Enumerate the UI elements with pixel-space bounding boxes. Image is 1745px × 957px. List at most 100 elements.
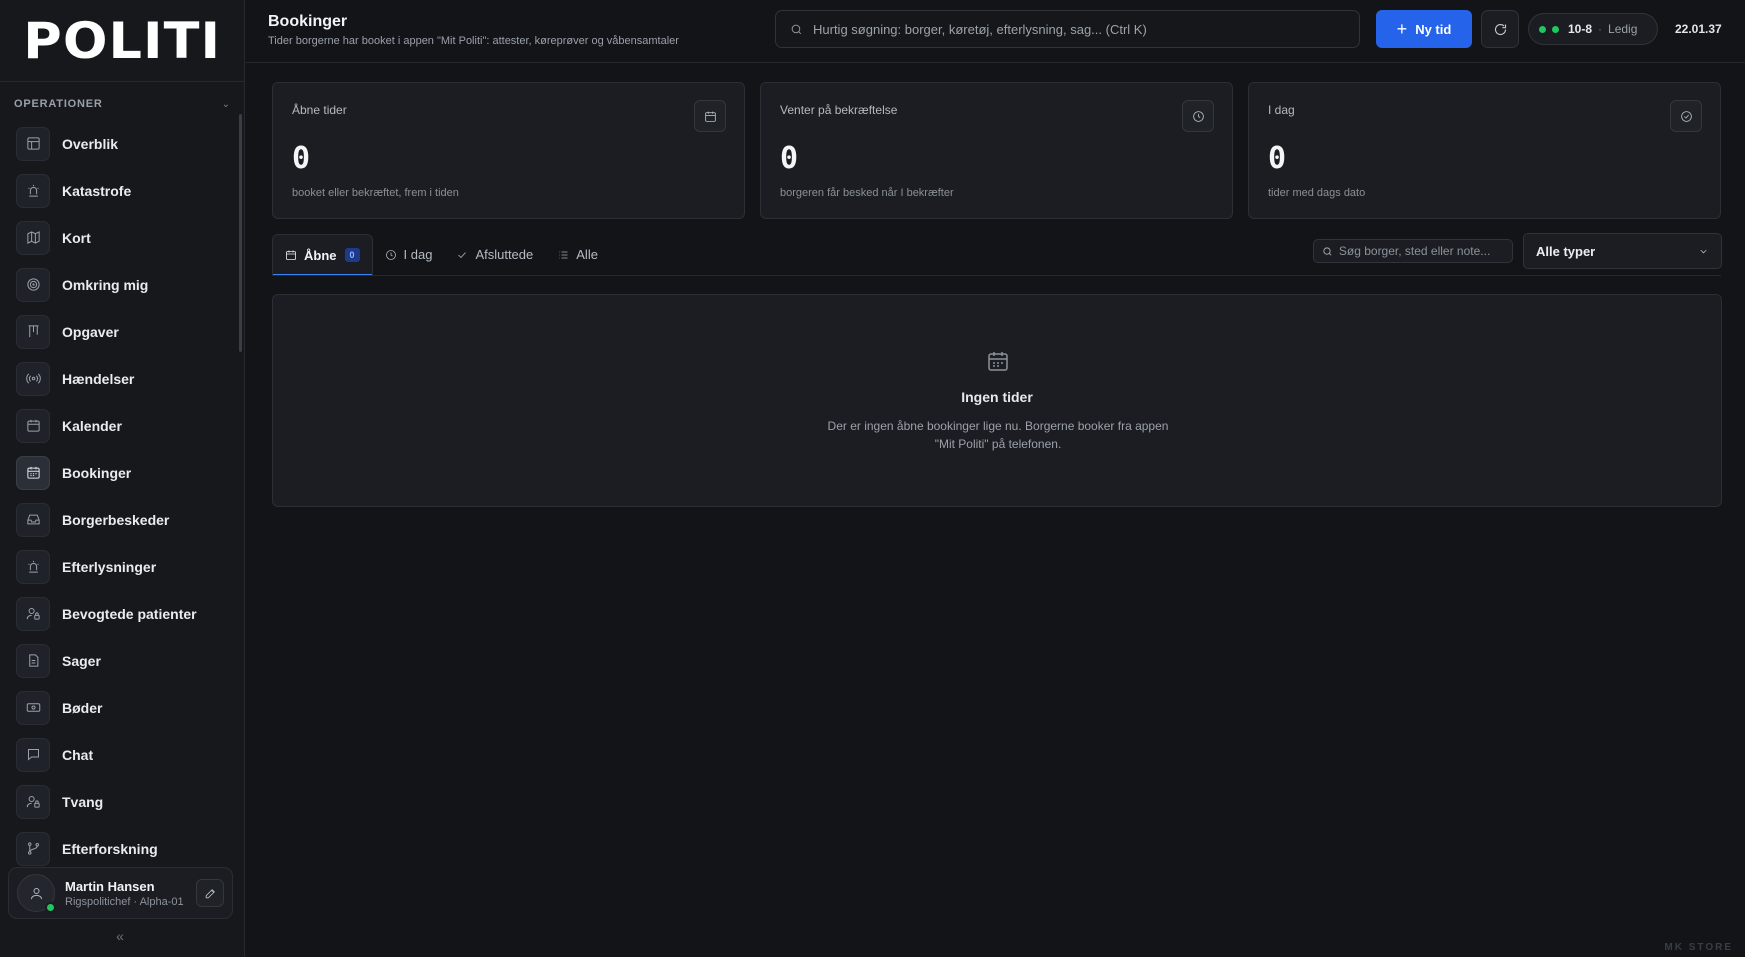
search-icon: [791, 24, 802, 34]
page-subtitle: Tider borgerne har booket i appen "Mit P…: [268, 35, 679, 47]
list-icon: [559, 251, 568, 258]
sidebar-item-label: Efterforskning: [62, 840, 158, 857]
user-card: Martin Hansen Rigspolitichef · Alpha-01: [8, 867, 233, 919]
tab-aabne[interactable]: Åbne 0: [272, 234, 373, 276]
user-lock-icon: [16, 784, 50, 819]
stat-value: 0: [292, 141, 311, 176]
brand-logo[interactable]: POLITI: [0, 0, 244, 82]
sidebar-item-label: Sager: [62, 652, 101, 669]
new-booking-label: Ny tid: [1415, 21, 1452, 37]
unit-status-pill[interactable]: 10-8 · Ledig: [1528, 13, 1658, 45]
tab-i-dag[interactable]: I dag: [373, 234, 445, 275]
sidebar-item-katastrofe[interactable]: Katastrofe: [0, 167, 240, 214]
sidebar-item-boeder[interactable]: Bøder: [0, 684, 240, 731]
sidebar-item-chat[interactable]: Chat: [0, 731, 240, 778]
stat-note: tider med dags dato: [1268, 187, 1366, 199]
sidebar-scrollbar[interactable]: [239, 114, 242, 352]
sidebar-item-label: Katastrofe: [62, 182, 132, 199]
user-name: Martin Hansen: [65, 878, 155, 894]
status-dot-1: [1539, 25, 1546, 33]
siren-icon: [16, 173, 50, 208]
tab-count-badge: 0: [344, 248, 360, 262]
topbar: Bookinger Tider borgerne har booket i ap…: [246, 0, 1745, 63]
sidebar-item-label: Chat: [62, 746, 94, 763]
clock-icon: [1182, 100, 1214, 132]
collapse-sidebar-button[interactable]: «: [0, 928, 240, 944]
sidebar-item-label: Opgaver: [62, 323, 119, 340]
calendar-icon: [16, 408, 50, 443]
stat-value: 0: [1268, 141, 1287, 176]
chevron-down-icon: ⌄: [221, 98, 230, 110]
avatar[interactable]: [17, 874, 56, 913]
sidebar-item-kalender[interactable]: Kalender: [0, 402, 240, 449]
status-separator: ·: [1598, 22, 1603, 36]
user-info: Martin Hansen Rigspolitichef · Alpha-01: [65, 879, 196, 908]
sidebar-item-borgerbeskeder[interactable]: Borgerbeskeder: [0, 496, 240, 543]
stat-title: Åbne tider: [292, 103, 347, 117]
sidebar-item-omkring-mig[interactable]: Omkring mig: [0, 261, 240, 308]
stat-note: borgeren får besked når I bekræfter: [780, 187, 954, 199]
clock-icon: [385, 249, 396, 260]
kanban-icon: [16, 314, 50, 349]
tab-label: I dag: [403, 247, 433, 262]
sidebar-item-bevogtede-patienter[interactable]: Bevogtede patienter: [0, 590, 240, 637]
user-role: Rigspolitichef · Alpha-01: [65, 895, 184, 908]
section-header-operationer[interactable]: OPERATIONER ⌄: [0, 86, 244, 122]
radar-icon: [16, 267, 50, 302]
tab-label: Åbne: [304, 247, 337, 263]
new-booking-button[interactable]: + Ny tid: [1376, 10, 1472, 48]
file-icon: [16, 643, 50, 678]
empty-state-title: Ingen tider: [961, 389, 1033, 405]
sidebar-item-bookinger[interactable]: Bookinger: [0, 449, 240, 496]
user-icon: [30, 887, 42, 899]
calendar-icon: [694, 100, 726, 132]
sidebar-item-label: Tvang: [62, 793, 104, 810]
stat-card-i-dag: I dag 0 tider med dags dato: [1248, 82, 1721, 219]
refresh-icon: [1494, 23, 1506, 35]
empty-state-text: Der er ingen åbne bookinger lige nu. Bor…: [827, 419, 1169, 451]
branch-icon: [16, 831, 50, 866]
check-circle-icon: [1670, 100, 1702, 132]
siren-icon: [16, 549, 50, 584]
global-search: [775, 10, 1360, 48]
sidebar-item-efterforskning[interactable]: Efterforskning: [0, 825, 240, 872]
user-lock-icon: [16, 596, 50, 631]
section-label: OPERATIONER: [14, 98, 103, 110]
broadcast-icon: [16, 361, 50, 396]
stat-title: Venter på bekræftelse: [780, 103, 898, 117]
calendar-days-icon: [16, 455, 50, 490]
tab-alle[interactable]: Alle: [545, 234, 610, 275]
chevron-down-icon: [1700, 249, 1707, 253]
empty-state-panel: Ingen tider Der er ingen åbne bookinger …: [272, 294, 1722, 507]
sidebar-item-label: Overblik: [62, 135, 119, 152]
global-search-input[interactable]: [813, 21, 1353, 37]
type-filter-select[interactable]: Alle typer: [1523, 233, 1722, 269]
sidebar-item-kort[interactable]: Kort: [0, 214, 240, 261]
banknote-icon: [16, 690, 50, 725]
status-dot-2: [1552, 25, 1559, 33]
stat-title: I dag: [1268, 103, 1295, 117]
stat-card-aabne-tider: Åbne tider 0 booket eller bekræftet, frem …: [272, 82, 745, 219]
refresh-button[interactable]: [1481, 10, 1519, 48]
sidebar-item-haendelser[interactable]: Hændelser: [0, 355, 240, 402]
tab-afsluttede[interactable]: Afsluttede: [444, 234, 545, 275]
pencil-icon: [205, 888, 215, 898]
clock: 22.01.37: [1675, 22, 1722, 36]
booking-search-input[interactable]: [1338, 244, 1512, 258]
sidebar-item-efterlysninger[interactable]: Efterlysninger: [0, 543, 240, 590]
edit-profile-button[interactable]: [196, 879, 224, 907]
sidebar-item-tvang[interactable]: Tvang: [0, 778, 240, 825]
chat-icon: [16, 737, 50, 772]
watermark: MK STORE: [1664, 942, 1733, 953]
tab-label: Afsluttede: [475, 247, 534, 262]
sidebar-item-label: Bevogtede patienter: [62, 605, 197, 622]
sidebar-item-opgaver[interactable]: Opgaver: [0, 308, 240, 355]
sidebar-item-sager[interactable]: Sager: [0, 637, 240, 684]
sidebar-item-label: Kort: [62, 229, 91, 246]
calendar-icon: [286, 250, 296, 260]
sidebar-item-overblik[interactable]: Overblik: [0, 120, 240, 167]
tabs-divider: [272, 275, 1721, 276]
sidebar-nav: Overblik Katastrofe Kort Omkring mig Opgaver…: [0, 120, 240, 872]
layout-icon: [16, 126, 50, 161]
sidebar: POLITI OPERATIONER ⌄ Overblik Katastrofe K…: [0, 0, 245, 957]
